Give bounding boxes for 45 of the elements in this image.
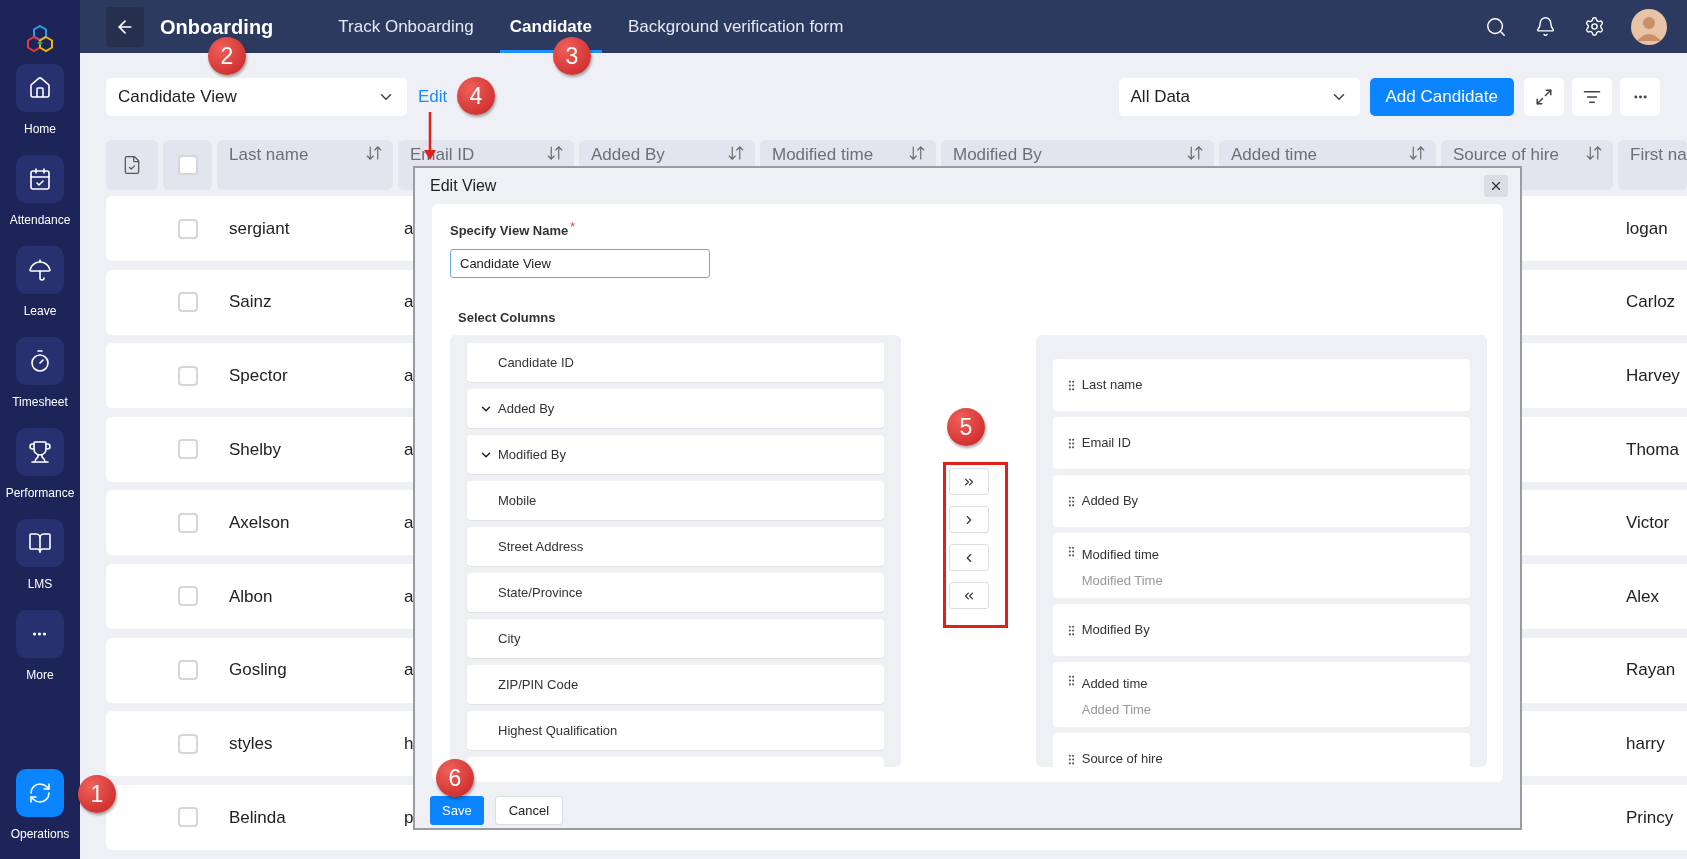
table-cell: Gosling	[229, 660, 287, 680]
table-cell: Sainz	[229, 292, 272, 312]
callout-badge: 4	[457, 77, 495, 115]
sidebar-label: LMS	[27, 576, 53, 593]
table-cell: logan	[1626, 218, 1668, 238]
sidebar-label: Operations	[10, 826, 70, 843]
sidebar-label: Leave	[23, 303, 57, 320]
table-cell: Victor	[1626, 513, 1670, 533]
callout-badge: 1	[78, 775, 116, 813]
table-cell: a	[404, 439, 414, 459]
table-cell: Rayan	[1626, 660, 1676, 680]
column-subtitle: Added Time	[1081, 700, 1152, 719]
table-cell: Axelson	[229, 513, 290, 533]
table-cell: harry	[1626, 733, 1665, 753]
table-cell: Thoma	[1626, 439, 1679, 459]
table-cell: Belinda	[229, 807, 286, 827]
section-label: Select Columns	[458, 308, 557, 327]
table-cell: Albon	[229, 586, 273, 606]
column-subtitle: Modified Time	[1081, 571, 1163, 590]
sidebar-label: Home	[24, 121, 56, 138]
table-cell: a	[404, 218, 414, 238]
page-title: Onboarding	[160, 14, 274, 40]
table-cell: Alex	[1626, 586, 1660, 606]
table-cell: Carloz	[1626, 292, 1676, 312]
table-cell: styles	[229, 733, 273, 753]
callout-badge: 2	[208, 37, 246, 75]
table-cell: a	[404, 292, 414, 312]
table-cell: Princy	[1626, 807, 1674, 827]
table-cell: a	[404, 660, 414, 680]
callout-badge: 3	[553, 37, 591, 75]
sidebar-label: Performance	[5, 485, 75, 502]
field-label: Specify View Name	[450, 222, 569, 240]
sidebar-label: More	[26, 667, 54, 684]
sidebar-label: Timesheet	[12, 394, 68, 411]
table-cell: sergiant	[229, 218, 290, 238]
table-cell: Spector	[229, 365, 288, 385]
sidebar-label: Attendance	[9, 212, 71, 229]
table-cell: Shelby	[229, 439, 281, 459]
table-cell: a	[404, 513, 414, 533]
required-mark: *	[570, 219, 575, 236]
table-cell: Harvey	[1626, 365, 1680, 385]
table-cell: h	[404, 733, 414, 753]
table-cell: a	[404, 365, 414, 385]
table-cell: a	[404, 586, 414, 606]
table-cell: p	[404, 807, 414, 827]
